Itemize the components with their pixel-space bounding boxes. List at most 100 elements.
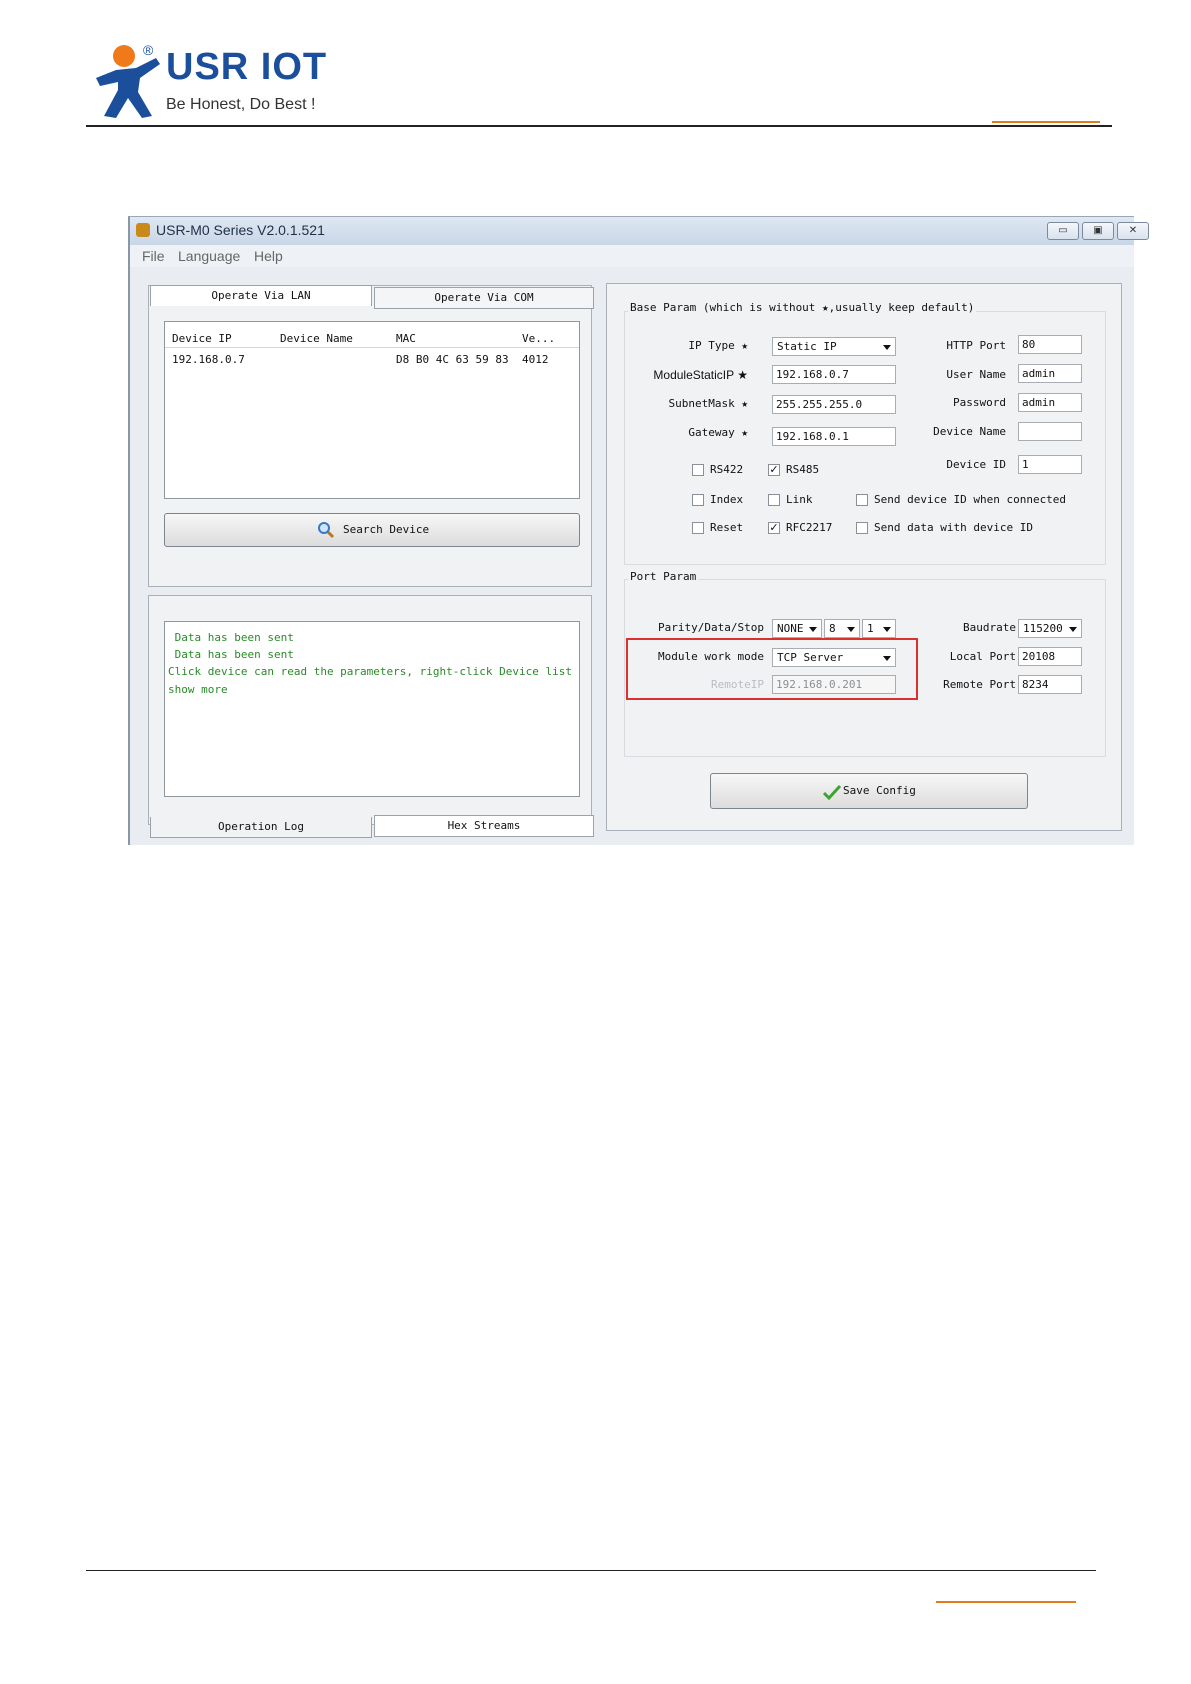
baudrate-label: Baudrate (963, 621, 1016, 634)
base-param-title: Base Param (which is without ★,usually k… (628, 301, 977, 314)
app-window: USR-M0 Series V2.0.1.521 ▭ ▣ ✕ File Lang… (128, 216, 1149, 845)
subnet-label: SubnetMask ★ (668, 397, 748, 410)
send-data-id-checkbox[interactable] (856, 522, 868, 534)
registered-mark: ® (143, 42, 154, 58)
tab-operation-log[interactable]: Operation Log (150, 817, 372, 838)
chevron-down-icon (883, 656, 891, 661)
maximize-button[interactable]: ▣ (1082, 222, 1114, 240)
rs422-label: RS422 (710, 463, 744, 476)
row-version[interactable]: 4012 (522, 353, 549, 366)
user-name-field[interactable]: admin (1018, 364, 1082, 383)
send-id-connected-checkbox[interactable] (856, 494, 868, 506)
tab-operate-via-lan[interactable]: Operate Via LAN (150, 285, 372, 306)
chevron-down-icon (1069, 627, 1077, 632)
device-id-field[interactable]: 1 (1018, 455, 1082, 474)
remote-port-field[interactable]: 8234 (1018, 675, 1082, 694)
index-checkbox[interactable] (692, 494, 704, 506)
row-mac[interactable]: D8 B0 4C 63 59 83 (396, 353, 509, 366)
chevron-down-icon (809, 627, 817, 632)
rfc2217-label: RFC2217 (786, 521, 833, 534)
remote-ip-label: RemoteIP (711, 678, 764, 691)
header-accent (992, 121, 1100, 123)
footer-accent (936, 1601, 1076, 1603)
footer-rule (86, 1570, 1096, 1571)
header-rule (86, 125, 1112, 127)
http-port-field[interactable]: 80 (1018, 335, 1082, 354)
search-device-button[interactable]: Search Device (164, 513, 580, 547)
password-label: Password (953, 396, 1006, 409)
search-device-label: Search Device (343, 523, 430, 536)
stop-bits-select[interactable]: 1 (862, 619, 896, 638)
menu-language[interactable]: Language (178, 248, 240, 264)
col-header-mac[interactable]: MAC (396, 332, 416, 345)
stop-bits-value: 1 (867, 622, 874, 635)
brand-tagline: Be Honest, Do Best ! (166, 96, 316, 113)
parity-select[interactable]: NONE (772, 619, 822, 638)
work-mode-label: Module work mode (658, 650, 764, 663)
gateway-label: Gateway ★ (688, 426, 748, 439)
col-header-version[interactable]: Ve... (522, 332, 555, 345)
work-mode-select[interactable]: TCP Server (772, 648, 896, 667)
work-mode-value: TCP Server (777, 651, 844, 664)
data-bits-select[interactable]: 8 (824, 619, 860, 638)
local-port-field[interactable]: 20108 (1018, 647, 1082, 666)
rs485-checkbox[interactable]: ✓ (768, 464, 780, 476)
link-label: Link (786, 493, 813, 506)
chevron-down-icon (847, 627, 855, 632)
ip-type-value: Static IP (777, 340, 837, 353)
log-line-3: Click device can read the parameters, ri… (168, 665, 572, 678)
save-config-label: Save Config (843, 784, 916, 797)
parity-value: NONE (777, 622, 804, 635)
port-param-title: Port Param (628, 570, 699, 583)
send-id-connected-label: Send device ID when connected (874, 493, 1067, 506)
checkmark-icon (823, 784, 841, 800)
col-header-device-name[interactable]: Device Name (280, 332, 353, 345)
remote-port-label: Remote Port (943, 678, 1016, 691)
minimize-button[interactable]: ▭ (1047, 222, 1079, 240)
logo-figure-icon (96, 45, 160, 118)
ip-type-label: IP Type ★ (688, 339, 748, 352)
device-name-field[interactable] (1018, 422, 1082, 441)
brand-name: USR IOT (166, 46, 328, 88)
http-port-label: HTTP Port (946, 339, 1006, 352)
reset-checkbox[interactable] (692, 522, 704, 534)
row-device-ip[interactable]: 192.168.0.7 (172, 353, 245, 366)
parity-data-stop-label: Parity/Data/Stop (658, 621, 764, 634)
link-checkbox[interactable] (768, 494, 780, 506)
user-name-label: User Name (946, 368, 1006, 381)
static-ip-label: ModuleStaticIP ★ (653, 368, 748, 382)
window-title: USR-M0 Series V2.0.1.521 (156, 222, 325, 238)
device-name-label: Device Name (933, 425, 1006, 438)
rs422-checkbox[interactable] (692, 464, 704, 476)
col-header-device-ip[interactable]: Device IP (172, 332, 232, 345)
local-port-label: Local Port (949, 650, 1016, 663)
chevron-down-icon (883, 345, 891, 350)
tab-hex-streams[interactable]: Hex Streams (374, 815, 594, 837)
close-button[interactable]: ✕ (1117, 222, 1149, 240)
rfc2217-checkbox[interactable]: ✓ (768, 522, 780, 534)
baudrate-select[interactable]: 115200 (1018, 619, 1082, 638)
log-line-2: Data has been sent (168, 648, 294, 661)
remote-ip-field[interactable]: 192.168.0.201 (772, 675, 896, 694)
baudrate-value: 115200 (1023, 622, 1063, 635)
log-line-4: show more (168, 683, 228, 696)
device-id-label: Device ID (946, 458, 1006, 471)
chevron-down-icon (883, 627, 891, 632)
app-icon (136, 223, 150, 237)
password-field[interactable]: admin (1018, 393, 1082, 412)
index-label: Index (710, 493, 744, 506)
reset-label: Reset (710, 521, 744, 534)
gateway-field[interactable]: 192.168.0.1 (772, 427, 896, 446)
send-data-id-label: Send data with device ID (874, 521, 1033, 534)
search-icon (318, 522, 335, 539)
save-config-button[interactable]: Save Config (710, 773, 1028, 809)
rs485-label: RS485 (786, 463, 820, 476)
menu-file[interactable]: File (142, 248, 165, 264)
static-ip-field[interactable]: 192.168.0.7 (772, 365, 896, 384)
tab-operate-via-com[interactable]: Operate Via COM (374, 287, 594, 309)
data-bits-value: 8 (829, 622, 836, 635)
subnet-field[interactable]: 255.255.255.0 (772, 395, 896, 414)
menu-help[interactable]: Help (254, 248, 283, 264)
ip-type-select[interactable]: Static IP (772, 337, 896, 356)
log-line-1: Data has been sent (168, 631, 294, 644)
